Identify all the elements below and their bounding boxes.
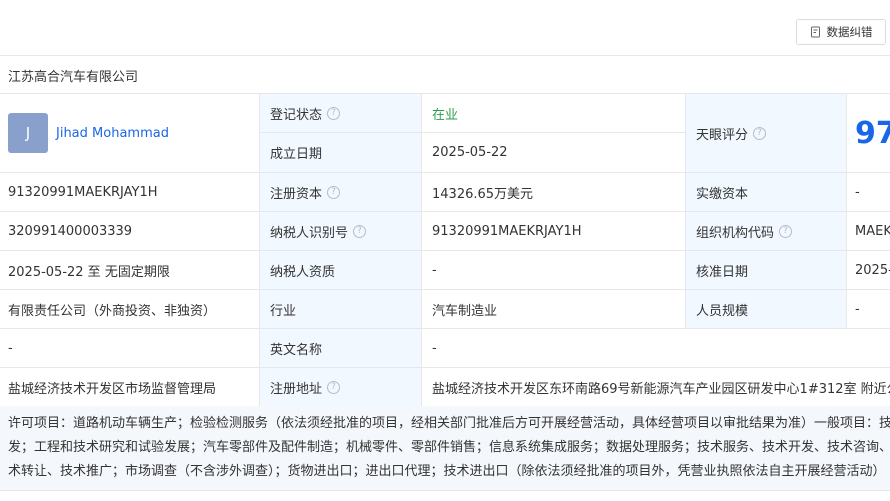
taxpayer-qualification-value: -: [421, 251, 685, 289]
reg-status-value: 在业: [432, 107, 459, 123]
reg-address-label: 注册地址: [270, 381, 323, 397]
approval-date-label: 核准日期: [685, 251, 846, 289]
table-row: 盐城经济技术开发区市场监督管理局 注册地址 ? 盐城经济技术开发区东环南路69号…: [0, 368, 890, 407]
english-name-value: -: [421, 329, 890, 367]
question-circle-icon[interactable]: ?: [327, 106, 341, 120]
established-label: 成立日期: [270, 147, 323, 162]
taxpayer-id-value: 91320991MAEKRJAY1H: [421, 212, 685, 250]
table-row: 2025-05-22 至 无固定期限 纳税人资质 - 核准日期 2025-05-…: [0, 251, 890, 290]
paid-capital-value: -: [846, 173, 890, 211]
business-scope: 许可项目：道路机动车辆生产；检验检测服务（依法须经批准的项目，经相关部门批准后方…: [0, 406, 890, 491]
business-scope-line: 许可项目：道路机动车辆生产；检验检测服务（依法须经批准的项目，经相关部门批准后方…: [8, 416, 890, 431]
staff-size-label: 人员规模: [685, 290, 846, 328]
business-scope-text: 许可项目：道路机动车辆生产；检验检测服务（依法须经批准的项目，经相关部门批准后方…: [8, 412, 890, 484]
table-row: J Jihad Mohammad 登记状态 ? 成立日期 在业 2025-05-…: [0, 94, 890, 173]
reg-capital-label-cell: 注册资本 ?: [259, 173, 421, 211]
credit-code-value: 91320991MAEKRJAY1H: [8, 184, 158, 200]
top-toolbar: 数据纠错: [0, 0, 890, 56]
reg-capital-value: 14326.65万美元: [421, 173, 685, 211]
table-row: 有限责任公司（外商投资、非独资） 行业 汽车制造业 人员规模 -: [0, 290, 890, 329]
paid-capital-label: 实缴资本: [685, 173, 846, 211]
tianyan-score-label-cell: 天眼评分 ?: [685, 94, 846, 172]
reg-status-label: 登记状态: [270, 107, 323, 123]
established-value: 2025-05-22: [432, 145, 508, 160]
taxpayer-id-label-cell: 纳税人识别号 ?: [259, 212, 421, 250]
tianyan-score-label: 天眼评分: [696, 127, 749, 143]
status-labels-cell: 登记状态 ? 成立日期: [259, 94, 421, 172]
taxpayer-id-label: 纳税人识别号: [270, 225, 349, 241]
company-type-value: 有限责任公司（外商投资、非独资）: [8, 303, 217, 319]
company-info-table: J Jihad Mohammad 登记状态 ? 成立日期 在业 2025-05-…: [0, 93, 890, 407]
question-circle-icon[interactable]: ?: [779, 224, 793, 238]
industry-label: 行业: [259, 290, 421, 328]
company-name: 江苏高合汽车有限公司: [8, 70, 139, 85]
registration-authority-value: 盐城经济技术开发区市场监督管理局: [8, 381, 217, 397]
question-circle-icon[interactable]: ?: [353, 224, 367, 238]
edit-document-icon: [810, 26, 820, 38]
question-circle-icon[interactable]: ?: [327, 380, 341, 394]
taxpayer-qualification-label: 纳税人资质: [259, 251, 421, 289]
data-correction-label: 数据纠错: [826, 25, 873, 39]
table-row: 320991400003339 纳税人识别号 ? 91320991MAEKRJA…: [0, 212, 890, 251]
status-values-cell: 在业 2025-05-22: [421, 94, 685, 172]
table-row: - 英文名称 -: [0, 329, 890, 368]
approval-date-value: 2025-05-22: [846, 251, 890, 289]
data-correction-button[interactable]: 数据纠错: [796, 19, 886, 45]
avatar: J: [8, 113, 48, 153]
question-circle-icon[interactable]: ?: [327, 185, 341, 199]
legal-representative-cell: J Jihad Mohammad: [0, 94, 259, 172]
question-circle-icon[interactable]: ?: [753, 126, 767, 140]
tianyan-score-cell: 97: [846, 94, 890, 172]
former-name-value: -: [8, 340, 13, 356]
industry-value: 汽车制造业: [421, 290, 685, 328]
org-code-label: 组织机构代码: [696, 225, 775, 241]
reg-address-label-cell: 注册地址 ?: [259, 368, 421, 406]
english-name-label: 英文名称: [259, 329, 421, 367]
staff-size-value: -: [846, 290, 890, 328]
org-code-value: MAEKRJAY1: [846, 212, 890, 250]
org-code-label-cell: 组织机构代码 ?: [685, 212, 846, 250]
business-scope-line: 发；工程和技术研究和试验发展；汽车零部件及配件制造；机械零件、零部件销售；信息系…: [8, 440, 890, 455]
reg-address-value: 盐城经济技术开发区东环南路69号新能源汽车产业园区研发中心1#312室 附近公司: [421, 368, 890, 406]
tianyan-score-value[interactable]: 97: [855, 116, 890, 151]
reg-capital-label: 注册资本: [270, 186, 323, 202]
business-term-value: 2025-05-22 至 无固定期限: [8, 264, 170, 280]
reg-number-value: 320991400003339: [8, 223, 133, 239]
legal-representative-name[interactable]: Jihad Mohammad: [56, 126, 169, 141]
table-row: 91320991MAEKRJAY1H 注册资本 ? 14326.65万美元 实缴…: [0, 173, 890, 212]
business-scope-line: 术转让、技术推广；市场调查（不含涉外调查）；货物进出口；进出口代理；技术进出口（…: [8, 464, 886, 479]
